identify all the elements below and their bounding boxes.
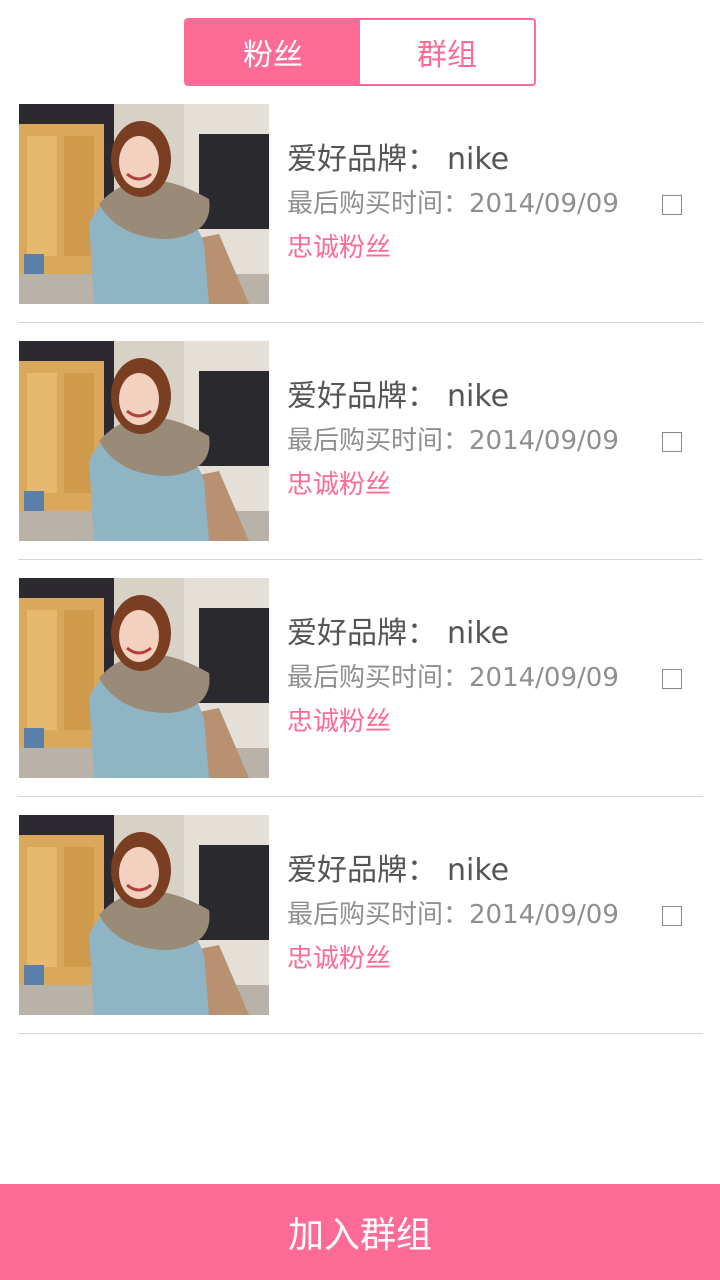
- favorite-brand-label: 爱好品牌：: [287, 142, 437, 177]
- select-checkbox[interactable]: [662, 432, 682, 452]
- select-checkbox[interactable]: [662, 195, 682, 215]
- last-purchase-time: 最后购买时间：2014/09/09: [287, 189, 619, 219]
- favorite-brand-label: 爱好品牌：: [287, 379, 437, 414]
- join-group-button[interactable]: 加入群组: [0, 1184, 720, 1280]
- last-purchase-time: 最后购买时间：2014/09/09: [287, 663, 619, 693]
- fan-info: 爱好品牌： nike 最后购买时间：2014/09/09 忠诚粉丝: [287, 849, 630, 981]
- avatar-photo: [19, 815, 269, 1015]
- favorite-brand-line: 爱好品牌： nike: [287, 849, 630, 893]
- fan-tag: 忠诚粉丝: [287, 944, 392, 974]
- favorite-brand-value: nike: [447, 379, 510, 414]
- last-purchase-time: 最后购买时间：2014/09/09: [287, 900, 619, 930]
- favorite-brand-line: 爱好品牌： nike: [287, 375, 630, 419]
- avatar-photo: [19, 341, 269, 541]
- fan-avatar-image: [19, 341, 269, 541]
- fan-tag: 忠诚粉丝: [287, 233, 392, 263]
- favorite-brand-value: nike: [447, 616, 510, 651]
- last-purchase-time: 最后购买时间：2014/09/09: [287, 426, 619, 456]
- fan-avatar-image: [19, 578, 269, 778]
- divider: [18, 322, 703, 323]
- tab-fans[interactable]: 粉丝: [186, 20, 360, 84]
- avatar-photo: [19, 578, 269, 778]
- segmented-tabs: 粉丝 群组: [184, 18, 536, 86]
- fan-info: 爱好品牌： nike 最后购买时间：2014/09/09 忠诚粉丝: [287, 138, 630, 270]
- favorite-brand-label: 爱好品牌：: [287, 616, 437, 651]
- fans-page: 粉丝 群组 爱好品牌： nike 最后购买时间：2014/09/09 忠诚粉丝 …: [0, 0, 720, 1280]
- divider: [18, 1033, 703, 1034]
- fan-avatar-image: [19, 815, 269, 1015]
- divider: [18, 559, 703, 560]
- avatar-photo: [19, 104, 269, 304]
- select-checkbox[interactable]: [662, 669, 682, 689]
- tab-groups[interactable]: 群组: [360, 20, 534, 84]
- list-item[interactable]: 爱好品牌： nike 最后购买时间：2014/09/09 忠诚粉丝: [0, 578, 720, 815]
- fan-tag: 忠诚粉丝: [287, 470, 392, 500]
- fan-list: 爱好品牌： nike 最后购买时间：2014/09/09 忠诚粉丝 爱好品牌： …: [0, 104, 720, 1052]
- favorite-brand-value: nike: [447, 142, 510, 177]
- favorite-brand-line: 爱好品牌： nike: [287, 612, 630, 656]
- list-item[interactable]: 爱好品牌： nike 最后购买时间：2014/09/09 忠诚粉丝: [0, 104, 720, 341]
- list-item[interactable]: 爱好品牌： nike 最后购买时间：2014/09/09 忠诚粉丝: [0, 815, 720, 1052]
- fan-info: 爱好品牌： nike 最后购买时间：2014/09/09 忠诚粉丝: [287, 375, 630, 507]
- list-item[interactable]: 爱好品牌： nike 最后购买时间：2014/09/09 忠诚粉丝: [0, 341, 720, 578]
- fan-avatar-image: [19, 104, 269, 304]
- fan-tag: 忠诚粉丝: [287, 707, 392, 737]
- favorite-brand-line: 爱好品牌： nike: [287, 138, 630, 182]
- fan-info: 爱好品牌： nike 最后购买时间：2014/09/09 忠诚粉丝: [287, 612, 630, 744]
- divider: [18, 796, 703, 797]
- favorite-brand-label: 爱好品牌：: [287, 853, 437, 888]
- select-checkbox[interactable]: [662, 906, 682, 926]
- favorite-brand-value: nike: [447, 853, 510, 888]
